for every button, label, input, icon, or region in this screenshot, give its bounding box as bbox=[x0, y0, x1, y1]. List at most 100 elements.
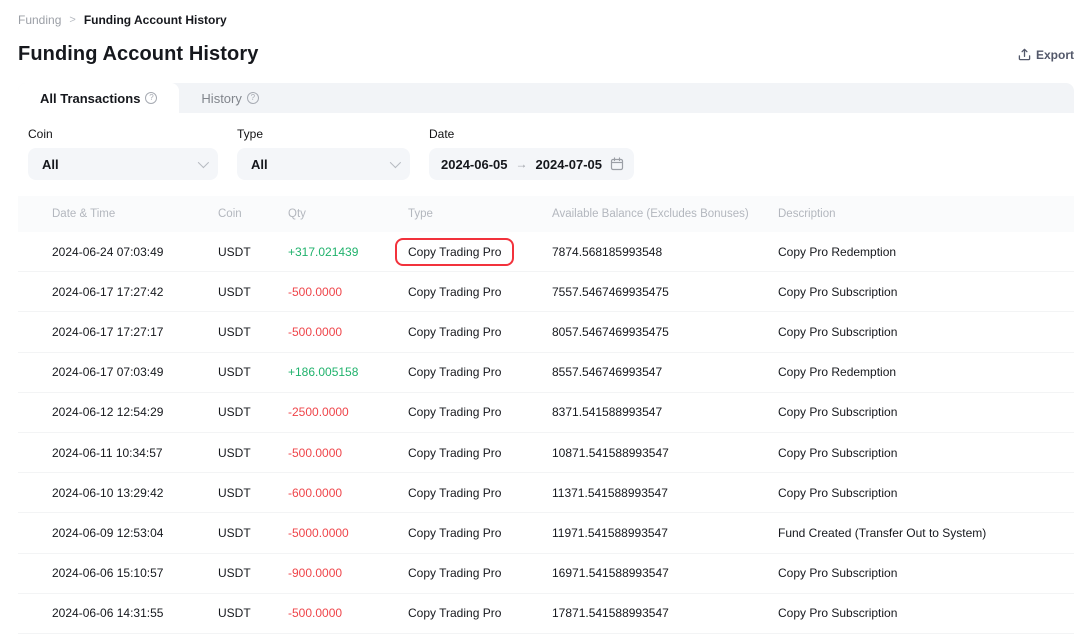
cell-description: Fund Created (Transfer Out to System) bbox=[778, 526, 1074, 540]
cell-description: Copy Pro Subscription bbox=[778, 405, 1074, 419]
cell-balance: 8557.546746993547 bbox=[552, 365, 778, 379]
cell-type: Copy Trading Pro bbox=[408, 325, 552, 339]
cell-datetime: 2024-06-24 07:03:49 bbox=[52, 245, 218, 259]
cell-type: Copy Trading Pro bbox=[408, 486, 552, 500]
breadcrumb-funding-link[interactable]: Funding bbox=[18, 13, 61, 27]
cell-description: Copy Pro Redemption bbox=[778, 245, 1074, 259]
coin-select-value: All bbox=[42, 157, 59, 172]
cell-datetime: 2024-06-12 12:54:29 bbox=[52, 405, 218, 419]
cell-qty: -5000.0000 bbox=[288, 526, 408, 540]
help-icon[interactable] bbox=[145, 92, 157, 104]
cell-qty: -500.0000 bbox=[288, 285, 408, 299]
date-range-picker[interactable]: 2024-06-05 → 2024-07-05 bbox=[429, 148, 634, 180]
cell-datetime: 2024-06-06 15:10:57 bbox=[52, 566, 218, 580]
coin-filter-label: Coin bbox=[28, 127, 218, 141]
date-range-start[interactable]: 2024-06-05 bbox=[441, 157, 508, 172]
cell-type: Copy Trading Pro bbox=[408, 446, 552, 460]
cell-qty: -600.0000 bbox=[288, 486, 408, 500]
header-balance: Available Balance (Excludes Bonuses) bbox=[552, 208, 778, 220]
help-icon[interactable] bbox=[247, 92, 259, 104]
table-body: 2024-06-24 07:03:49USDT+317.021439Copy T… bbox=[18, 232, 1074, 634]
page-title: Funding Account History bbox=[18, 43, 258, 66]
cell-datetime: 2024-06-17 17:27:42 bbox=[52, 285, 218, 299]
tab-all-transactions-label: All Transactions bbox=[40, 91, 140, 106]
date-filter-label: Date bbox=[429, 127, 634, 141]
cell-description: Copy Pro Subscription bbox=[778, 325, 1074, 339]
chevron-down-icon bbox=[390, 157, 401, 168]
date-range-arrow-icon: → bbox=[516, 157, 528, 171]
cell-datetime: 2024-06-09 12:53:04 bbox=[52, 526, 218, 540]
filters: Coin All Type All Date 2024-06-05 → 2024… bbox=[0, 113, 1092, 180]
type-filter-label: Type bbox=[237, 127, 410, 141]
cell-type: Copy Trading Pro bbox=[408, 285, 552, 299]
funding-account-history-page: Funding > Funding Account History Fundin… bbox=[0, 0, 1092, 635]
cell-coin: USDT bbox=[218, 285, 288, 299]
breadcrumb: Funding > Funding Account History bbox=[0, 0, 1092, 27]
cell-coin: USDT bbox=[218, 606, 288, 620]
tab-history-label: History bbox=[201, 91, 241, 106]
coin-select[interactable]: All bbox=[28, 148, 218, 180]
cell-coin: USDT bbox=[218, 486, 288, 500]
cell-type: Copy Trading Pro bbox=[408, 405, 552, 419]
cell-type: Copy Trading Pro bbox=[408, 526, 552, 540]
date-filter: Date 2024-06-05 → 2024-07-05 bbox=[429, 127, 634, 180]
cell-qty: -500.0000 bbox=[288, 606, 408, 620]
cell-balance: 11371.541588993547 bbox=[552, 486, 778, 500]
highlight-box: Copy Trading Pro bbox=[395, 238, 514, 266]
export-label: Export bbox=[1036, 48, 1074, 62]
chevron-down-icon bbox=[198, 157, 209, 168]
table-row: 2024-06-06 14:31:55USDT-500.0000Copy Tra… bbox=[18, 594, 1074, 634]
cell-qty: +186.005158 bbox=[288, 365, 408, 379]
cell-coin: USDT bbox=[218, 446, 288, 460]
date-range-end[interactable]: 2024-07-05 bbox=[536, 157, 603, 172]
type-filter: Type All bbox=[237, 127, 410, 180]
table-row: 2024-06-17 17:27:42USDT-500.0000Copy Tra… bbox=[18, 272, 1074, 312]
cell-balance: 11971.541588993547 bbox=[552, 526, 778, 540]
tab-history[interactable]: History bbox=[179, 83, 280, 113]
cell-balance: 8371.541588993547 bbox=[552, 405, 778, 419]
header-coin: Coin bbox=[218, 208, 288, 220]
cell-type: Copy Trading Pro bbox=[408, 566, 552, 580]
cell-datetime: 2024-06-17 07:03:49 bbox=[52, 365, 218, 379]
cell-qty: -2500.0000 bbox=[288, 405, 408, 419]
cell-type: Copy Trading Pro bbox=[408, 606, 552, 620]
cell-balance: 17871.541588993547 bbox=[552, 606, 778, 620]
table-row: 2024-06-17 17:27:17USDT-500.0000Copy Tra… bbox=[18, 312, 1074, 352]
cell-qty: -500.0000 bbox=[288, 446, 408, 460]
calendar-icon[interactable] bbox=[610, 157, 624, 171]
tab-all-transactions[interactable]: All Transactions bbox=[18, 83, 179, 113]
export-icon bbox=[1018, 48, 1031, 61]
cell-balance: 7557.5467469935475 bbox=[552, 285, 778, 299]
type-select[interactable]: All bbox=[237, 148, 410, 180]
cell-description: Copy Pro Redemption bbox=[778, 365, 1074, 379]
cell-coin: USDT bbox=[218, 325, 288, 339]
table-row: 2024-06-10 13:29:42USDT-600.0000Copy Tra… bbox=[18, 473, 1074, 513]
table-row: 2024-06-06 15:10:57USDT-900.0000Copy Tra… bbox=[18, 554, 1074, 594]
cell-description: Copy Pro Subscription bbox=[778, 285, 1074, 299]
table-row: 2024-06-09 12:53:04USDT-5000.0000Copy Tr… bbox=[18, 513, 1074, 553]
cell-description: Copy Pro Subscription bbox=[778, 486, 1074, 500]
cell-coin: USDT bbox=[218, 566, 288, 580]
table-row: 2024-06-24 07:03:49USDT+317.021439Copy T… bbox=[18, 232, 1074, 272]
cell-coin: USDT bbox=[218, 245, 288, 259]
tab-strip: All Transactions History bbox=[18, 83, 1074, 113]
table-header-row: Date & Time Coin Qty Type Available Bala… bbox=[18, 196, 1074, 232]
cell-balance: 7874.568185993548 bbox=[552, 245, 778, 259]
title-row: Funding Account History Export bbox=[0, 27, 1092, 66]
header-datetime: Date & Time bbox=[52, 208, 218, 220]
breadcrumb-separator-icon: > bbox=[69, 14, 75, 26]
cell-qty: -900.0000 bbox=[288, 566, 408, 580]
cell-datetime: 2024-06-11 10:34:57 bbox=[52, 446, 218, 460]
header-type: Type bbox=[408, 208, 552, 220]
cell-datetime: 2024-06-10 13:29:42 bbox=[52, 486, 218, 500]
cell-datetime: 2024-06-17 17:27:17 bbox=[52, 325, 218, 339]
cell-coin: USDT bbox=[218, 405, 288, 419]
coin-filter: Coin All bbox=[28, 127, 218, 180]
table-row: 2024-06-12 12:54:29USDT-2500.0000Copy Tr… bbox=[18, 393, 1074, 433]
cell-description: Copy Pro Subscription bbox=[778, 606, 1074, 620]
cell-qty: -500.0000 bbox=[288, 325, 408, 339]
cell-description: Copy Pro Subscription bbox=[778, 566, 1074, 580]
cell-coin: USDT bbox=[218, 365, 288, 379]
export-button[interactable]: Export bbox=[1018, 48, 1074, 62]
cell-balance: 16971.541588993547 bbox=[552, 566, 778, 580]
